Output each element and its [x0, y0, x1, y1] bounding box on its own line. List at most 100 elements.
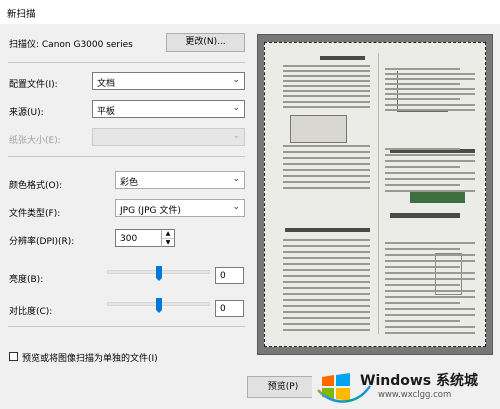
brightness-value: 0: [220, 271, 226, 281]
text-line: [283, 311, 370, 313]
text-line: [283, 293, 370, 295]
chevron-down-icon: ⌄: [232, 103, 240, 113]
text-line: [385, 326, 475, 328]
resolution-spinner[interactable]: 300 ▲ ▼: [115, 229, 175, 247]
profile-value: 文档: [97, 79, 116, 89]
text-line: [283, 317, 370, 319]
text-line: [385, 178, 475, 180]
text-line: [283, 85, 370, 87]
file-type-value: JPG (JPG 文件): [120, 206, 181, 216]
text-line: [283, 181, 370, 183]
color-format-label: 颜色格式(O):: [9, 181, 63, 191]
text-line: [385, 278, 475, 280]
paper-size-select: ⌄: [92, 128, 245, 146]
text-line: [385, 104, 475, 106]
text-line: [385, 266, 460, 268]
text-line: [283, 263, 370, 265]
text-line: [283, 145, 370, 147]
text-line: [385, 88, 475, 90]
watermark-url: www.wxclgg.com: [378, 390, 452, 400]
text-line: [283, 70, 370, 72]
text-line: [385, 320, 460, 322]
text-line: [385, 272, 475, 274]
text-line: [385, 314, 475, 316]
contrast-input[interactable]: 0: [215, 300, 244, 317]
text-line: [283, 239, 370, 241]
text-line: [283, 151, 370, 153]
text-line: [283, 65, 370, 67]
contrast-value: 0: [220, 304, 226, 314]
resolution-value: 300: [120, 234, 138, 244]
color-format-select[interactable]: 彩色 ⌄: [115, 171, 245, 189]
paper-size-label: 纸张大小(E):: [9, 136, 61, 146]
divider: [8, 156, 245, 157]
text-line: [283, 275, 370, 277]
profile-select[interactable]: 文档 ⌄: [92, 72, 245, 90]
change-scanner-button[interactable]: 更改(N)...: [166, 33, 245, 52]
text-line: [385, 190, 475, 192]
file-type-label: 文件类型(F):: [9, 209, 61, 219]
scanned-document-preview: [264, 42, 486, 347]
watermark-brand: Windows 系统城: [360, 373, 478, 389]
text-line: [283, 245, 370, 247]
divider: [8, 62, 245, 63]
brightness-label: 亮度(B):: [9, 275, 44, 285]
preview-button[interactable]: 预览(P): [247, 376, 319, 398]
resolution-label: 分辨率(DPI)(R):: [9, 237, 75, 247]
text-line: [283, 287, 370, 289]
watermark-logo: Windows 系统城 www.wxclgg.com: [312, 360, 500, 406]
title-bar: 新扫描: [0, 0, 500, 24]
text-line: [283, 175, 370, 177]
contrast-label: 对比度(C):: [9, 307, 53, 317]
text-line: [283, 299, 370, 301]
text-line: [385, 172, 475, 174]
contrast-slider-thumb[interactable]: [155, 298, 162, 313]
text-line: [385, 154, 475, 156]
text-line: [385, 73, 475, 75]
chevron-down-icon: ⌄: [232, 174, 240, 184]
text-line: [385, 284, 460, 286]
profile-label: 配置文件(I):: [9, 80, 58, 90]
text-line: [283, 323, 370, 325]
text-line: [385, 332, 475, 334]
spin-down-icon[interactable]: ▼: [161, 238, 174, 247]
text-line: [385, 248, 460, 250]
file-type-select[interactable]: JPG (JPG 文件) ⌄: [115, 199, 245, 217]
text-line: [283, 257, 370, 259]
text-line: [283, 157, 370, 159]
scan-preview-pane[interactable]: [257, 34, 493, 355]
source-select[interactable]: 平板 ⌄: [92, 100, 245, 118]
text-line: [283, 95, 370, 97]
text-line: [385, 302, 460, 304]
spin-up-icon[interactable]: ▲: [161, 230, 174, 238]
divider: [8, 326, 245, 327]
text-line: [385, 254, 475, 256]
brightness-input[interactable]: 0: [215, 267, 244, 284]
text-line: [283, 251, 370, 253]
text-line: [283, 305, 370, 307]
text-line: [385, 83, 460, 85]
text-line: [283, 329, 370, 331]
source-value: 平板: [97, 107, 116, 117]
text-line: [283, 163, 370, 165]
text-line: [385, 290, 475, 292]
text-line: [283, 187, 370, 189]
text-line: [283, 269, 370, 271]
chevron-down-icon: ⌄: [232, 131, 240, 141]
text-line: [385, 184, 460, 186]
text-line: [385, 260, 475, 262]
text-line: [385, 242, 475, 244]
text-line: [385, 109, 475, 111]
text-line: [385, 160, 475, 162]
text-line: [385, 68, 460, 70]
brightness-slider-thumb[interactable]: [155, 266, 162, 281]
color-format-value: 彩色: [120, 178, 139, 188]
window-title: 新扫描: [7, 9, 36, 20]
text-line: [385, 166, 460, 168]
text-line: [283, 75, 370, 77]
text-line: [385, 308, 475, 310]
separate-files-label: 预览或将图像扫描为单独的文件(I): [22, 354, 158, 364]
separate-files-checkbox[interactable]: [9, 352, 18, 361]
source-label: 来源(U):: [9, 108, 44, 118]
text-line: [385, 78, 475, 80]
